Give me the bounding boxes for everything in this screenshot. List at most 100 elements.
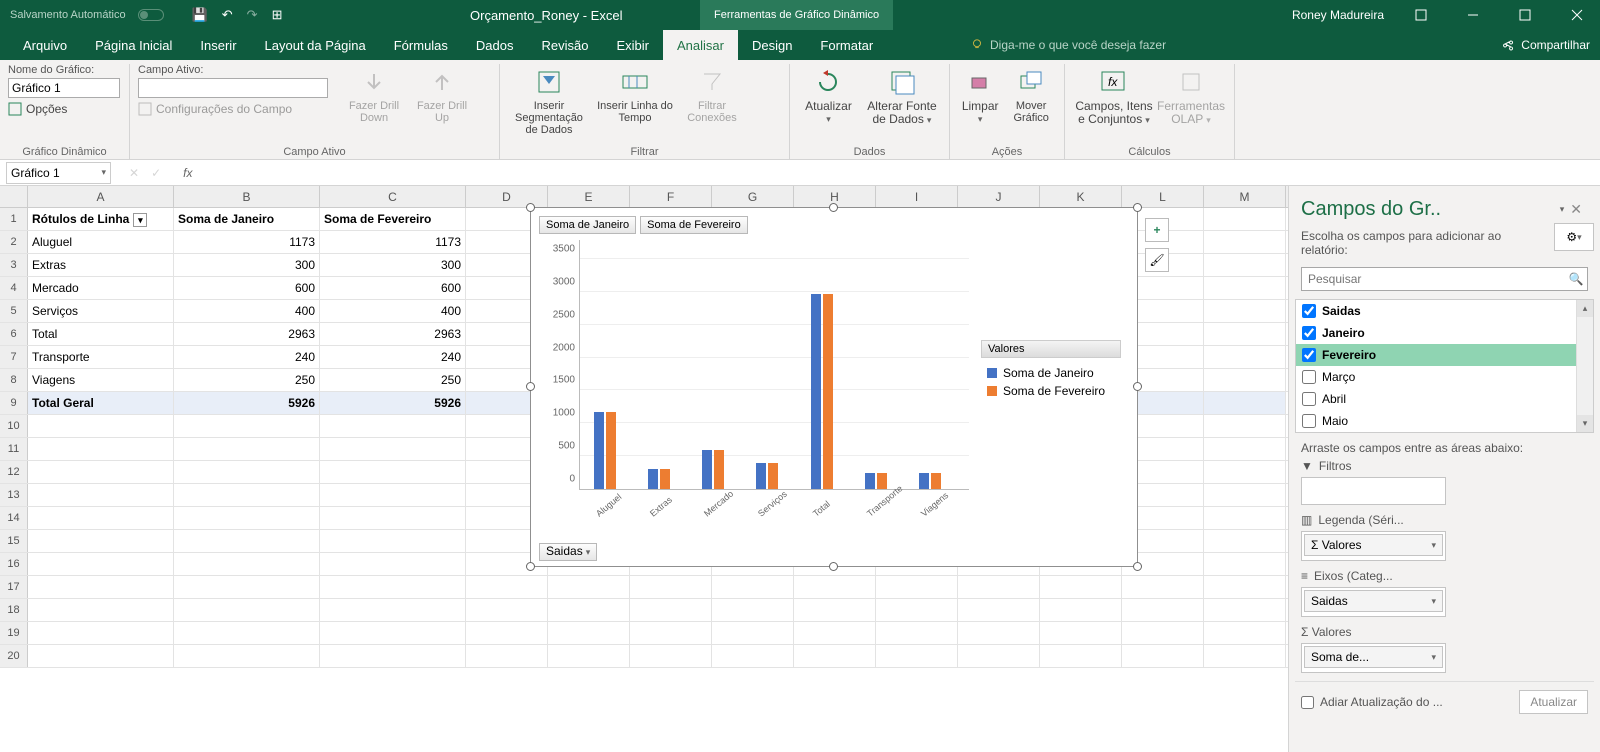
undo-icon[interactable]: ↶ bbox=[222, 7, 233, 23]
cell[interactable] bbox=[712, 576, 794, 598]
cell[interactable] bbox=[28, 645, 174, 667]
row-header[interactable]: 14 bbox=[0, 507, 28, 529]
cell[interactable] bbox=[28, 415, 174, 437]
cell[interactable]: Total bbox=[28, 323, 174, 345]
cell[interactable] bbox=[174, 622, 320, 644]
cell[interactable] bbox=[174, 484, 320, 506]
autosave-toggle[interactable] bbox=[138, 9, 164, 21]
col-header-K[interactable]: K bbox=[1040, 186, 1122, 207]
cell[interactable] bbox=[630, 645, 712, 667]
cell[interactable] bbox=[28, 576, 174, 598]
row-header[interactable]: 9 bbox=[0, 392, 28, 414]
row-header[interactable]: 19 bbox=[0, 622, 28, 644]
name-box[interactable]: Gráfico 1▾ bbox=[6, 162, 111, 184]
cell[interactable]: 400 bbox=[320, 300, 466, 322]
close-icon[interactable] bbox=[1554, 0, 1600, 30]
field-list-item[interactable]: Janeiro bbox=[1296, 322, 1593, 344]
row-header[interactable]: 18 bbox=[0, 599, 28, 621]
cancel-formula-icon[interactable]: ✕ bbox=[129, 166, 139, 180]
cell[interactable]: 2963 bbox=[320, 323, 466, 345]
cell[interactable]: Serviços bbox=[28, 300, 174, 322]
cell[interactable] bbox=[1204, 530, 1286, 552]
cell[interactable]: Extras bbox=[28, 254, 174, 276]
field-list-item[interactable]: Abril bbox=[1296, 388, 1593, 410]
col-header-C[interactable]: C bbox=[320, 186, 466, 207]
cell[interactable] bbox=[876, 599, 958, 621]
save-icon[interactable]: 💾 bbox=[192, 7, 208, 23]
row-header[interactable]: 7 bbox=[0, 346, 28, 368]
maximize-icon[interactable] bbox=[1502, 0, 1548, 30]
cell[interactable] bbox=[1122, 599, 1204, 621]
cell[interactable] bbox=[174, 599, 320, 621]
cell[interactable] bbox=[1204, 507, 1286, 529]
share-button[interactable]: Compartilhar bbox=[1501, 38, 1590, 52]
cell[interactable] bbox=[1204, 415, 1286, 437]
ribbon-display-icon[interactable] bbox=[1398, 0, 1444, 30]
cell[interactable] bbox=[174, 507, 320, 529]
cell[interactable] bbox=[1204, 599, 1286, 621]
cell[interactable]: 1173 bbox=[174, 231, 320, 253]
cell[interactable] bbox=[1204, 438, 1286, 460]
bar[interactable] bbox=[877, 473, 887, 489]
col-header-D[interactable]: D bbox=[466, 186, 548, 207]
cell[interactable] bbox=[1204, 461, 1286, 483]
row-header[interactable]: 4 bbox=[0, 277, 28, 299]
cell[interactable] bbox=[630, 622, 712, 644]
cell[interactable] bbox=[28, 438, 174, 460]
cell[interactable] bbox=[28, 507, 174, 529]
field-checkbox[interactable] bbox=[1302, 348, 1316, 362]
change-source-button[interactable]: Alterar Fonte de Dados ▾ bbox=[863, 64, 941, 126]
field-list-item[interactable]: Saidas bbox=[1296, 300, 1593, 322]
worksheet-grid[interactable]: ABCDEFGHIJKLM 1Rótulos de Linha▾Soma de … bbox=[0, 186, 1288, 752]
search-icon[interactable]: 🔍 bbox=[1565, 272, 1587, 286]
field-checkbox[interactable] bbox=[1302, 326, 1316, 340]
zone-chip[interactable]: Σ Valores▾ bbox=[1304, 534, 1443, 556]
cell[interactable] bbox=[320, 415, 466, 437]
cell[interactable] bbox=[174, 553, 320, 575]
field-list-scrollbar[interactable]: ▴▾ bbox=[1576, 300, 1593, 432]
cell[interactable] bbox=[466, 645, 548, 667]
cell[interactable] bbox=[28, 553, 174, 575]
bar[interactable] bbox=[768, 463, 778, 489]
bar[interactable] bbox=[756, 463, 766, 489]
cell[interactable]: Total Geral bbox=[28, 392, 174, 414]
axis-field-button[interactable]: Saidas ▾ bbox=[539, 543, 597, 561]
cell[interactable]: 600 bbox=[174, 277, 320, 299]
cell[interactable] bbox=[794, 622, 876, 644]
legend-drop-zone[interactable]: Σ Valores▾ bbox=[1301, 531, 1446, 561]
olap-tools-button[interactable]: Ferramentas OLAP ▾ bbox=[1159, 64, 1223, 126]
field-checkbox[interactable] bbox=[1302, 414, 1316, 428]
cell[interactable] bbox=[958, 622, 1040, 644]
close-pane-icon[interactable]: ✕ bbox=[1564, 201, 1588, 218]
cell[interactable]: 600 bbox=[320, 277, 466, 299]
axis-drop-zone[interactable]: Saidas▾ bbox=[1301, 587, 1446, 617]
cell[interactable] bbox=[1204, 254, 1286, 276]
row-header[interactable]: 11 bbox=[0, 438, 28, 460]
row-header[interactable]: 12 bbox=[0, 461, 28, 483]
chart-filter-button[interactable]: Soma de Janeiro bbox=[539, 216, 636, 234]
cell[interactable] bbox=[1204, 369, 1286, 391]
tab-arquivo[interactable]: Arquivo bbox=[9, 30, 81, 60]
cell[interactable]: 400 bbox=[174, 300, 320, 322]
cell[interactable] bbox=[958, 576, 1040, 598]
bar[interactable] bbox=[702, 450, 712, 489]
move-chart-button[interactable]: Mover Gráfico bbox=[1006, 64, 1056, 124]
row-header[interactable]: 2 bbox=[0, 231, 28, 253]
cell[interactable]: Rótulos de Linha▾ bbox=[28, 208, 174, 230]
col-header-A[interactable]: A bbox=[28, 186, 174, 207]
tab-design[interactable]: Design bbox=[738, 30, 806, 60]
tab-inserir[interactable]: Inserir bbox=[186, 30, 250, 60]
cell[interactable] bbox=[1040, 622, 1122, 644]
cell[interactable] bbox=[28, 484, 174, 506]
drill-up-button[interactable]: Fazer Drill Up bbox=[410, 64, 474, 124]
row-header[interactable]: 17 bbox=[0, 576, 28, 598]
chart-filter-button[interactable]: Soma de Fevereiro bbox=[640, 216, 748, 234]
field-checkbox[interactable] bbox=[1302, 392, 1316, 406]
col-header-G[interactable]: G bbox=[712, 186, 794, 207]
col-header-F[interactable]: F bbox=[630, 186, 712, 207]
chart-styles-button[interactable]: 🖌 bbox=[1145, 248, 1169, 272]
cell[interactable] bbox=[1204, 645, 1286, 667]
zone-chip[interactable]: Soma de...▾ bbox=[1304, 646, 1443, 668]
cell[interactable] bbox=[28, 622, 174, 644]
filters-drop-zone[interactable] bbox=[1301, 477, 1446, 505]
